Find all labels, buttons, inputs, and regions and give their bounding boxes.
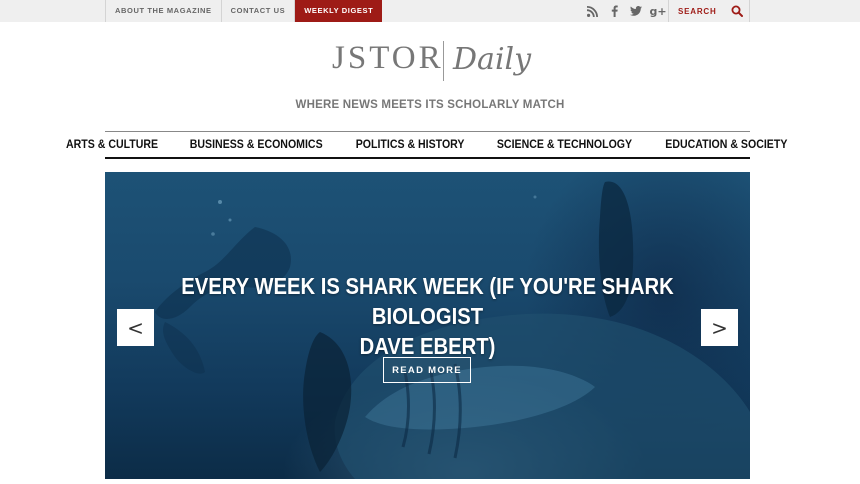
site-tagline: WHERE NEWS MEETS ITS SCHOLARLY MATCH <box>295 99 565 111</box>
hero-slider[interactable]: EVERY WEEK IS SHARK WEEK (IF YOU'RE SHAR… <box>105 172 750 479</box>
about-magazine-link[interactable]: ABOUT THE MAGAZINE <box>105 0 221 22</box>
nav-item-education-society[interactable]: EDUCATION & SOCIETY <box>665 139 787 151</box>
logo-jstor-text: JSTOR <box>332 40 444 76</box>
nav-item-politics-history[interactable]: POLITICS & HISTORY <box>356 139 465 151</box>
top-bar: ABOUT THE MAGAZINE CONTACT US WEEKLY DIG… <box>0 0 860 22</box>
hero-title[interactable]: EVERY WEEK IS SHARK WEEK (IF YOU'RE SHAR… <box>144 271 712 361</box>
site-logo[interactable]: JSTOR Daily <box>330 38 532 90</box>
search-label: SEARCH <box>678 6 717 16</box>
hero-title-line-1: EVERY WEEK IS SHARK WEEK (IF YOU'RE SHAR… <box>181 273 674 329</box>
contact-us-link[interactable]: CONTACT US <box>220 0 296 22</box>
weekly-digest-link[interactable]: WEEKLY DIGEST <box>295 0 383 22</box>
logo-divider <box>443 41 444 81</box>
logo-daily-text: Daily <box>453 42 532 77</box>
nav-separator <box>170 138 177 151</box>
utility-links: ABOUT THE MAGAZINE CONTACT US WEEKLY DIG… <box>105 0 383 22</box>
social-links: g+ <box>581 0 669 22</box>
slider-prev-button[interactable]: < <box>117 309 154 346</box>
facebook-icon[interactable] <box>603 0 625 22</box>
read-more-button[interactable]: READ MORE <box>383 357 471 383</box>
google-plus-text: g+ <box>649 4 667 18</box>
nav-separator <box>645 138 653 151</box>
search-icon[interactable] <box>731 5 743 17</box>
nav-separator <box>477 138 484 151</box>
nav-item-business-economics[interactable]: BUSINESS & ECONOMICS <box>190 139 323 151</box>
twitter-icon[interactable] <box>625 0 647 22</box>
rss-icon[interactable] <box>581 0 603 22</box>
search-box[interactable]: SEARCH <box>668 0 750 22</box>
google-plus-icon[interactable]: g+ <box>647 0 669 22</box>
nav-item-arts-culture[interactable]: ARTS & CULTURE <box>66 139 158 151</box>
nav-item-science-technology[interactable]: SCIENCE & TECHNOLOGY <box>497 139 632 151</box>
top-bar-inner: ABOUT THE MAGAZINE CONTACT US WEEKLY DIG… <box>105 0 750 22</box>
nav-separator <box>336 138 343 151</box>
category-nav: ARTS & CULTURE BUSINESS & ECONOMICS POLI… <box>66 131 787 159</box>
slider-next-button[interactable]: > <box>701 309 738 346</box>
